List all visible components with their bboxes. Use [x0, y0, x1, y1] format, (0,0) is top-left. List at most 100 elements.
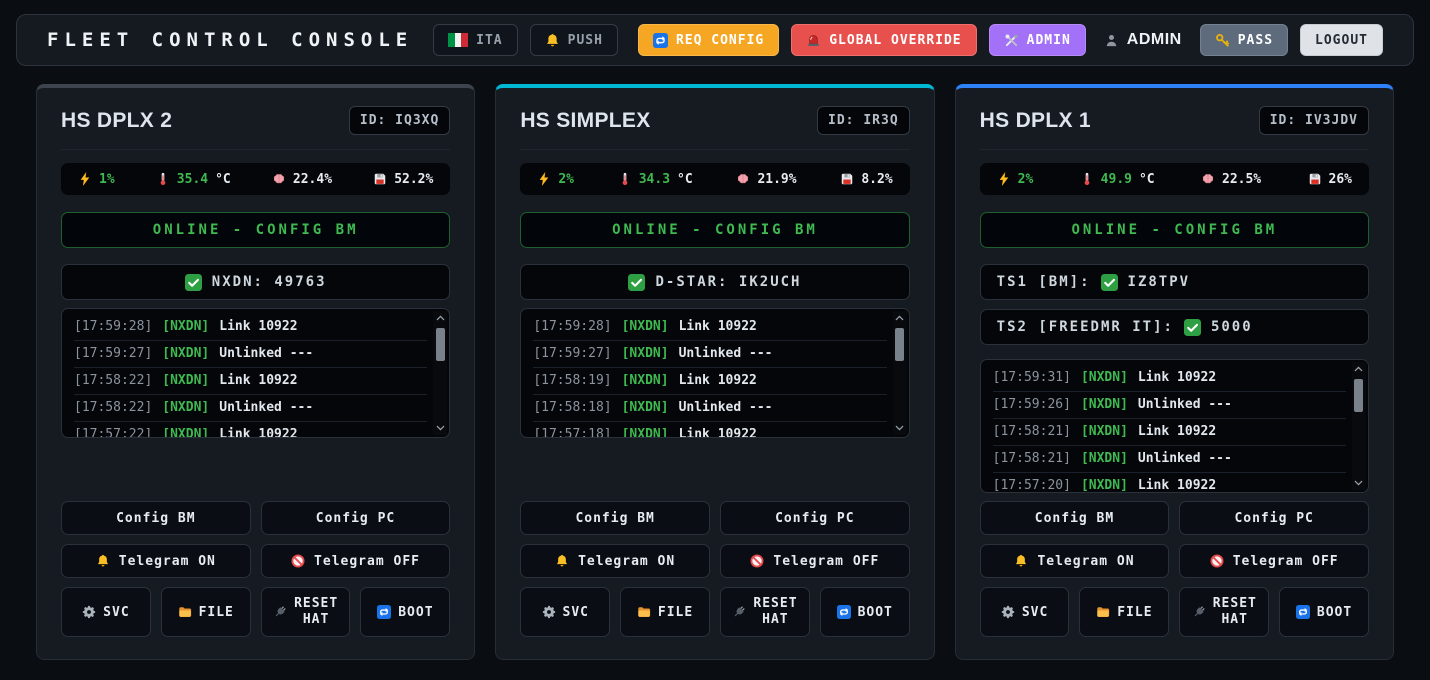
log-scrollbar[interactable]	[433, 311, 447, 435]
gear-icon	[82, 605, 96, 619]
global-override-button[interactable]: GLOBAL OVERRIDE	[791, 24, 976, 56]
status-banner: ONLINE - CONFIG BM	[61, 212, 450, 248]
power-stat: 1%	[78, 172, 115, 187]
log-message: Link 10922	[219, 314, 297, 340]
plug-icon	[1192, 605, 1206, 619]
telegram-off-button[interactable]: Telegram OFF	[720, 544, 910, 578]
log-tag: [NXDN]	[1081, 473, 1128, 493]
req-config-button[interactable]: REQ CONFIG	[638, 24, 779, 56]
prohibited-icon	[291, 554, 305, 568]
telegram-on-button[interactable]: Telegram ON	[61, 544, 251, 578]
disk-value: 26%	[1329, 172, 1352, 187]
brain-icon	[1201, 172, 1215, 186]
config-bm-button[interactable]: Config BM	[520, 501, 710, 535]
log-panel[interactable]: [17:59:28][NXDN]Link 10922 [17:59:27][NX…	[61, 308, 450, 438]
reset-hat-button[interactable]: RESET HAT	[720, 587, 810, 637]
reset-hat-button[interactable]: RESET HAT	[1179, 587, 1269, 637]
scroll-down-icon[interactable]	[1353, 479, 1364, 487]
log-time: [17:57:20]	[993, 473, 1071, 493]
folder-icon	[637, 605, 651, 619]
temperature-value: 35.4	[177, 172, 208, 187]
floppy-disk-icon	[1308, 172, 1322, 186]
file-label: FILE	[658, 605, 693, 620]
scrollbar-thumb[interactable]	[895, 328, 904, 361]
boot-button[interactable]: BOOT	[1279, 587, 1369, 637]
config-bm-button[interactable]: Config BM	[980, 501, 1170, 535]
action-row: Telegram ON Telegram OFF	[980, 544, 1369, 578]
divider	[61, 149, 450, 150]
log-tag: [NXDN]	[622, 341, 669, 367]
telegram-off-button[interactable]: Telegram OFF	[261, 544, 451, 578]
log-tag: [NXDN]	[162, 314, 209, 340]
scroll-up-icon[interactable]	[894, 314, 905, 322]
log-time: [17:59:27]	[533, 341, 611, 367]
language-button[interactable]: ITA	[433, 24, 517, 56]
telegram-on-button[interactable]: Telegram ON	[980, 544, 1170, 578]
log-tag: [NXDN]	[1081, 392, 1128, 418]
bell-icon	[555, 554, 569, 568]
action-row: Config BM Config PC	[520, 501, 909, 535]
svc-button[interactable]: SVC	[980, 587, 1070, 637]
log-panel[interactable]: [17:59:31][NXDN]Link 10922 [17:59:26][NX…	[980, 359, 1369, 493]
folder-icon	[1096, 605, 1110, 619]
action-row: Config BM Config PC	[980, 501, 1369, 535]
file-button[interactable]: FILE	[161, 587, 251, 637]
log-message: Link 10922	[219, 368, 297, 394]
device-id-badge: ID: IR3Q	[817, 106, 910, 135]
check-icon	[1184, 319, 1201, 336]
scroll-up-icon[interactable]	[1353, 365, 1364, 373]
config-pc-button[interactable]: Config PC	[1179, 501, 1369, 535]
scrollbar-thumb[interactable]	[1354, 379, 1363, 412]
pass-button[interactable]: PASS	[1200, 24, 1288, 56]
scrollbar-thumb[interactable]	[436, 328, 445, 361]
temperature-stat: 49.9°C	[1080, 172, 1155, 187]
log-time: [17:59:26]	[993, 392, 1071, 418]
bell-icon	[545, 33, 560, 48]
telegram-off-button[interactable]: Telegram OFF	[1179, 544, 1369, 578]
config-pc-button[interactable]: Config PC	[720, 501, 910, 535]
file-button[interactable]: FILE	[620, 587, 710, 637]
log-tag: [NXDN]	[162, 422, 209, 438]
log-message: Link 10922	[679, 314, 757, 340]
svc-button[interactable]: SVC	[61, 587, 151, 637]
boot-button[interactable]: BOOT	[820, 587, 910, 637]
logout-button[interactable]: LOGOUT	[1300, 24, 1383, 56]
status-banner: ONLINE - CONFIG BM	[980, 212, 1369, 248]
log-time: [17:59:31]	[993, 365, 1071, 391]
service-status-bar-ts2: TS2 [FREEDMR IT]: 5000	[980, 309, 1369, 345]
hotspot-card-hs-simplex: HS SIMPLEX ID: IR3Q 2% 34.3°C 21.9% 8.2%…	[495, 84, 934, 660]
user-name-label: ADMIN	[1127, 31, 1182, 49]
telegram-on-label: Telegram ON	[119, 554, 216, 569]
folder-icon	[178, 605, 192, 619]
push-button[interactable]: PUSH	[530, 24, 618, 56]
reset-hat-label: RESET HAT	[1213, 596, 1257, 629]
log-scrollbar[interactable]	[893, 311, 907, 435]
file-button[interactable]: FILE	[1079, 587, 1169, 637]
log-tag: [NXDN]	[162, 368, 209, 394]
reset-hat-button[interactable]: RESET HAT	[261, 587, 351, 637]
card-title: HS DPLX 2	[61, 109, 172, 133]
scroll-down-icon[interactable]	[894, 424, 905, 432]
admin-button[interactable]: ADMIN	[989, 24, 1086, 56]
disk-value: 8.2%	[861, 172, 892, 187]
config-pc-button[interactable]: Config PC	[261, 501, 451, 535]
boot-button[interactable]: BOOT	[360, 587, 450, 637]
svc-button[interactable]: SVC	[520, 587, 610, 637]
action-row: SVC FILE RESET HAT BOOT	[520, 587, 909, 637]
log-panel[interactable]: [17:59:28][NXDN]Link 10922 [17:59:27][NX…	[520, 308, 909, 438]
service-status-bar: D-STAR: IK2UCH	[520, 264, 909, 300]
scroll-down-icon[interactable]	[435, 424, 446, 432]
scroll-up-icon[interactable]	[435, 314, 446, 322]
temperature-value: 34.3	[639, 172, 670, 187]
prohibited-icon	[1210, 554, 1224, 568]
app-title: FLEET CONTROL CONSOLE	[47, 29, 413, 51]
config-bm-button[interactable]: Config BM	[61, 501, 251, 535]
log-message: Unlinked ---	[219, 395, 313, 421]
telegram-on-button[interactable]: Telegram ON	[520, 544, 710, 578]
cpu-value: 21.9%	[757, 172, 796, 187]
log-row: [17:57:22][NXDN]Link 10922	[74, 422, 427, 438]
admin-button-label: ADMIN	[1027, 33, 1071, 48]
log-time: [17:59:28]	[74, 314, 152, 340]
log-time: [17:58:22]	[74, 368, 152, 394]
log-scrollbar[interactable]	[1352, 362, 1366, 490]
